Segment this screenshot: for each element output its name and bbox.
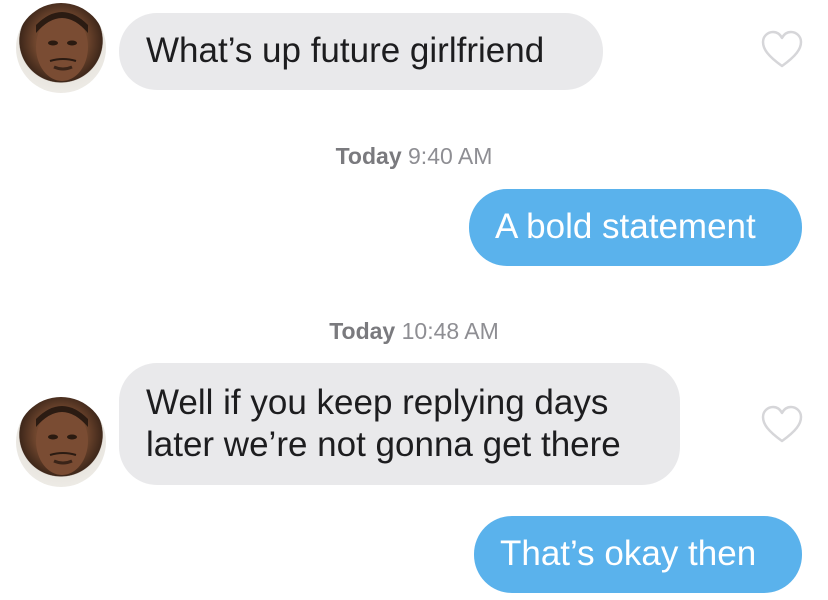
contact-avatar[interactable]	[16, 3, 106, 93]
message-text: What’s up future girlfriend	[146, 31, 545, 70]
message-timestamp: Today 10:48 AM	[0, 318, 828, 345]
avatar-face-icon	[36, 406, 88, 475]
timestamp-day: Today	[329, 318, 396, 344]
timestamp-time: 9:40 AM	[408, 143, 493, 169]
heart-outline-icon[interactable]	[760, 30, 804, 70]
heart-outline-icon[interactable]	[760, 405, 804, 445]
avatar-face-icon	[36, 12, 88, 81]
incoming-message-bubble[interactable]: What’s up future girlfriend	[119, 13, 603, 90]
timestamp-day: Today	[335, 143, 402, 169]
incoming-message-bubble[interactable]: Well if you keep replying days later we’…	[119, 363, 680, 485]
message-text: That’s okay then	[500, 534, 757, 573]
message-text: A bold statement	[495, 207, 756, 246]
timestamp-time: 10:48 AM	[401, 318, 499, 344]
outgoing-message-bubble[interactable]: That’s okay then	[474, 516, 802, 593]
message-text-line: later we’re not gonna get there	[146, 425, 621, 464]
outgoing-message-bubble[interactable]: A bold statement	[469, 189, 802, 266]
message-timestamp: Today 9:40 AM	[0, 143, 828, 170]
message-text-line: Well if you keep replying days	[146, 383, 609, 422]
contact-avatar[interactable]	[16, 397, 106, 487]
